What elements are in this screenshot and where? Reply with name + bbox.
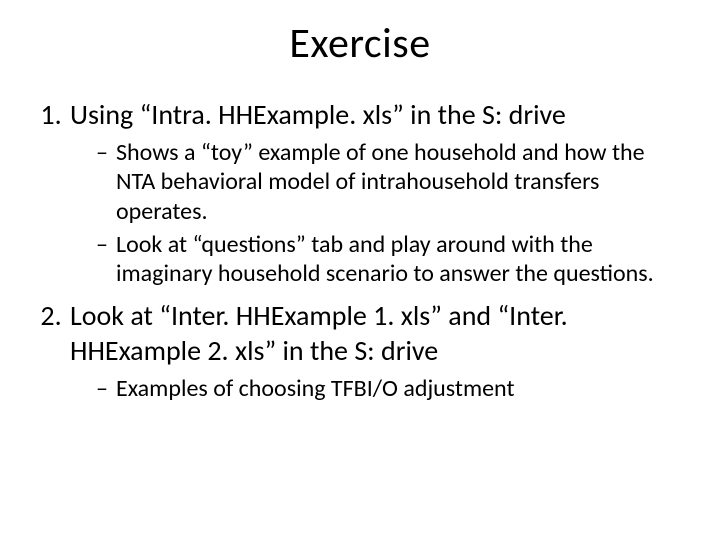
list-item: Using “Intra. HHExample. xls” in the S: …	[68, 97, 682, 288]
list-item: Look at “Inter. HHExample 1. xls” and “I…	[68, 298, 682, 403]
list-item-text: Look at “Inter. HHExample 1. xls” and “I…	[70, 298, 568, 368]
slide: Exercise Using “Intra. HHExample. xls” i…	[0, 0, 720, 540]
list-item-text: Using “Intra. HHExample. xls” in the S: …	[70, 97, 566, 132]
sub-list: Shows a “toy” example of one household a…	[70, 138, 682, 288]
sub-list-item: Examples of choosing TFBI/O adjustment	[96, 374, 682, 403]
sub-list-item: Shows a “toy” example of one household a…	[96, 138, 682, 226]
sub-list: Examples of choosing TFBI/O adjustment	[70, 374, 682, 403]
sub-list-item: Look at “questions” tab and play around …	[96, 230, 682, 289]
numbered-list: Using “Intra. HHExample. xls” in the S: …	[38, 97, 682, 404]
slide-title: Exercise	[38, 18, 682, 69]
